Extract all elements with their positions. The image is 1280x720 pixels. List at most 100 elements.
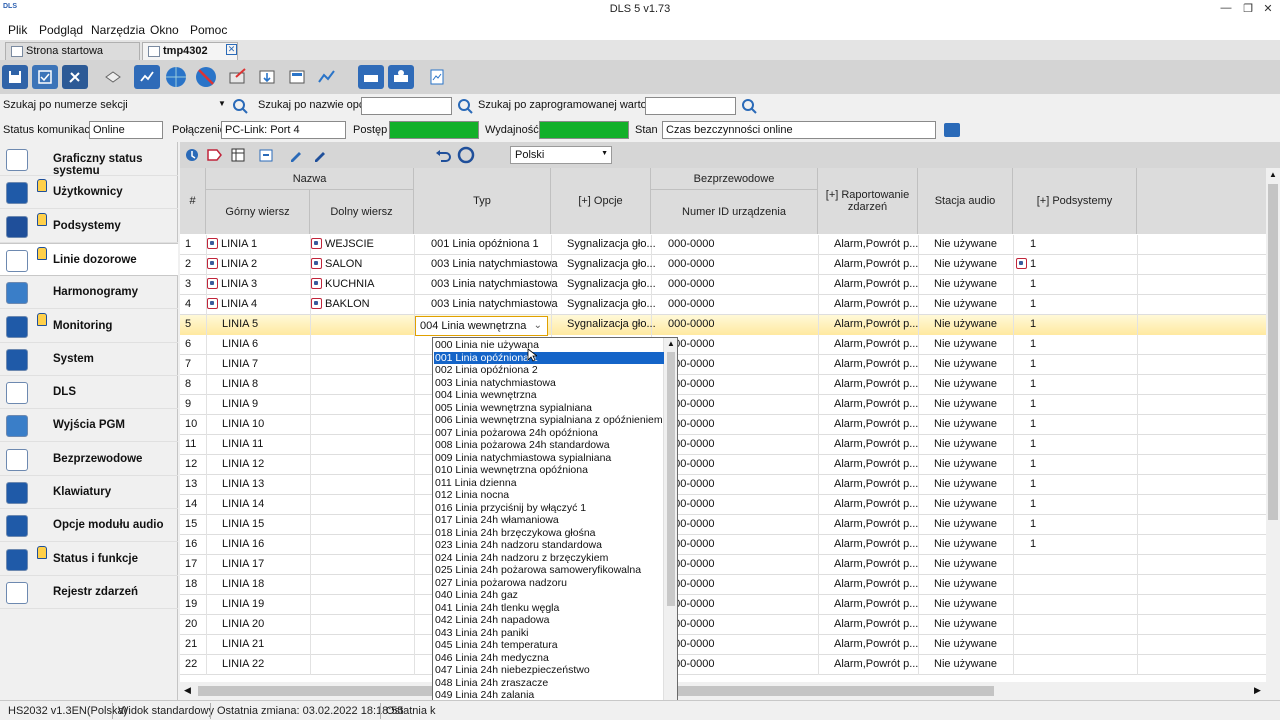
cell-number[interactable]: 21: [185, 638, 197, 650]
cell-options[interactable]: Sygnalizacja gło...: [567, 298, 656, 310]
cell-number[interactable]: 18: [185, 578, 197, 590]
cell-audio[interactable]: Nie używane: [934, 418, 997, 430]
cell-upper-line[interactable]: LINIA 11: [222, 438, 263, 450]
table-view-icon[interactable]: [228, 146, 248, 164]
cell-reporting[interactable]: Alarm,Powrót p...: [834, 498, 918, 510]
table-row[interactable]: 4 LINIA 4 BAKLON 003 Linia natychmiastowa Sy…: [180, 295, 1266, 315]
col-lower-line[interactable]: Dolny wiersz: [310, 190, 414, 234]
cell-upper-line[interactable]: LINIA 22: [222, 658, 264, 670]
cell-upper-line[interactable]: LINIA 10: [222, 418, 264, 430]
print-preview-icon[interactable]: [388, 65, 414, 89]
dropdown-option[interactable]: 011 Linia dzienna: [434, 477, 664, 490]
reload-icon[interactable]: [456, 146, 476, 164]
cell-upper-line[interactable]: LINIA 19: [222, 598, 264, 610]
cell-audio[interactable]: Nie używane: [934, 438, 997, 450]
table-row[interactable]: 14 LINIA 14 000-0000 Alarm,Powrót p... Nie u…: [180, 495, 1266, 515]
dropdown-option[interactable]: 041 Linia 24h tlenku węgla: [434, 602, 664, 615]
cell-subsystems[interactable]: 1: [1030, 458, 1036, 470]
search-icon[interactable]: [456, 97, 474, 115]
table-row[interactable]: 17 LINIA 17 000-0000 Alarm,Powrót p... Nie u…: [180, 555, 1266, 575]
cell-subsystems[interactable]: 1: [1030, 398, 1036, 410]
col-number[interactable]: #: [180, 168, 206, 234]
dropdown-option[interactable]: 048 Linia 24h zraszacze: [434, 677, 664, 690]
grid-horizontal-scrollbar[interactable]: ◀ ▶: [180, 682, 1266, 700]
dropdown-option[interactable]: 007 Linia pożarowa 24h opóźniona: [434, 427, 664, 440]
col-options[interactable]: [+] Opcje: [551, 168, 651, 234]
col-upper-line[interactable]: Górny wiersz: [206, 190, 310, 234]
table-row[interactable]: 21 LINIA 21 000-0000 Alarm,Powrót p... Nie u…: [180, 635, 1266, 655]
zone-type-dropdown[interactable]: ▲ ▼ 000 Linia nie używana001 Linia opóźn…: [432, 337, 678, 713]
dropdown-option[interactable]: 009 Linia natychmiastowa sypialniana: [434, 452, 664, 465]
col-type[interactable]: Typ: [414, 168, 551, 234]
cell-upper-line[interactable]: LINIA 1: [207, 238, 257, 250]
dropdown-option[interactable]: 003 Linia natychmiastowa: [434, 377, 664, 390]
cell-options[interactable]: Sygnalizacja gło...: [567, 278, 656, 290]
cell-number[interactable]: 20: [185, 618, 197, 630]
cell-number[interactable]: 2: [185, 258, 191, 270]
dropdown-option[interactable]: 008 Linia pożarowa 24h standardowa: [434, 439, 664, 452]
cell-upper-line[interactable]: LINIA 12: [222, 458, 264, 470]
col-subsystems[interactable]: [+] Podsystemy: [1013, 168, 1137, 234]
cell-upper-line[interactable]: LINIA 8: [222, 378, 258, 390]
programmed-search-input[interactable]: [645, 97, 736, 115]
cell-upper-line[interactable]: LINIA 17: [222, 558, 264, 570]
cell-reporting[interactable]: Alarm,Powrót p...: [834, 598, 918, 610]
cell-reporting[interactable]: Alarm,Powrót p...: [834, 478, 918, 490]
cell-number[interactable]: 10: [185, 418, 197, 430]
close-tab-icon[interactable]: ✕: [226, 44, 237, 55]
globe-disconnect-icon[interactable]: [193, 65, 219, 89]
table-row[interactable]: 2 LINIA 2 SALON 003 Linia natychmiastowa Syg…: [180, 255, 1266, 275]
cell-reporting[interactable]: Alarm,Powrót p...: [834, 298, 918, 310]
cell-reporting[interactable]: Alarm,Powrót p...: [834, 658, 918, 670]
cell-reporting[interactable]: Alarm,Powrót p...: [834, 418, 918, 430]
cell-type[interactable]: 003 Linia natychmiastowa: [431, 258, 558, 270]
sidebar-item[interactable]: DLS: [0, 376, 178, 410]
cell-upper-line[interactable]: LINIA 15: [222, 518, 264, 530]
sidebar-item[interactable]: Bezprzewodowe: [0, 443, 178, 476]
tag-icon[interactable]: [204, 146, 224, 164]
sidebar-item[interactable]: System: [0, 343, 178, 376]
scroll-thumb[interactable]: [1268, 184, 1278, 520]
language-select[interactable]: Polski ▼: [510, 146, 612, 164]
cell-number[interactable]: 4: [185, 298, 191, 310]
tab-start-page[interactable]: Strona startowa: [5, 42, 140, 60]
cell-upper-line[interactable]: LINIA 4: [207, 298, 257, 310]
cell-subsystems[interactable]: 1: [1030, 418, 1036, 430]
dropdown-option[interactable]: 017 Linia 24h włamaniowa: [434, 514, 664, 527]
cell-subsystems[interactable]: 1: [1030, 358, 1036, 370]
table-row[interactable]: 20 LINIA 20 000-0000 Alarm,Powrót p... Nie u…: [180, 615, 1266, 635]
grid-vertical-scrollbar[interactable]: ▲: [1266, 168, 1280, 682]
zone-type-combo[interactable]: 004 Linia wewnętrzna ⌄: [415, 316, 548, 336]
cell-subsystems[interactable]: 1: [1016, 258, 1036, 270]
dropdown-option[interactable]: 001 Linia opóźniona 1: [434, 351, 664, 364]
table-row[interactable]: 5 LINIA 5 004 Linia wewnętrzna Sygnalizacja…: [180, 315, 1266, 335]
cell-reporting[interactable]: Alarm,Powrót p...: [834, 258, 918, 270]
table-row[interactable]: 6 LINIA 6 000-0000 Alarm,Powrót p... Nie uży…: [180, 335, 1266, 355]
sidebar-item[interactable]: Opcje modułu audio: [0, 509, 178, 543]
restore-button[interactable]: ❐: [1238, 2, 1258, 16]
table-row[interactable]: 13 LINIA 13 000-0000 Alarm,Powrót p... Nie u…: [180, 475, 1266, 495]
table-row[interactable]: 1 LINIA 1 WEJSCIE 001 Linia opóźniona 1 Sygn…: [180, 235, 1266, 255]
menu-window[interactable]: Okno: [150, 23, 179, 37]
sidebar-item[interactable]: Monitoring: [0, 310, 178, 343]
save-icon[interactable]: [2, 65, 28, 89]
cell-type[interactable]: 003 Linia natychmiastowa: [431, 278, 558, 290]
cell-upper-line[interactable]: LINIA 20: [222, 618, 264, 630]
upload-icon[interactable]: [284, 65, 310, 89]
cell-upper-line[interactable]: LINIA 18: [222, 578, 264, 590]
col-device-id[interactable]: Numer ID urządzenia: [651, 190, 818, 234]
export-icon[interactable]: [256, 146, 276, 164]
cell-audio[interactable]: Nie używane: [934, 358, 997, 370]
dropdown-option[interactable]: 027 Linia pożarowa nadzoru: [434, 577, 664, 590]
cell-upper-line[interactable]: LINIA 7: [222, 358, 258, 370]
sidebar-item[interactable]: Klawiatury: [0, 476, 178, 509]
globe-icon[interactable]: [163, 65, 189, 89]
table-row[interactable]: 19 LINIA 19 000-0000 Alarm,Powrót p... Nie u…: [180, 595, 1266, 615]
dropdown-scrollbar[interactable]: ▲ ▼: [663, 338, 677, 712]
dropdown-option[interactable]: 002 Linia opóźniona 2: [434, 364, 664, 377]
cell-audio[interactable]: Nie używane: [934, 598, 997, 610]
tab-tmp4302[interactable]: tmp4302: [142, 42, 238, 60]
refresh-read-icon[interactable]: [182, 146, 202, 164]
cell-audio[interactable]: Nie używane: [934, 478, 997, 490]
undo-icon[interactable]: [434, 146, 454, 164]
